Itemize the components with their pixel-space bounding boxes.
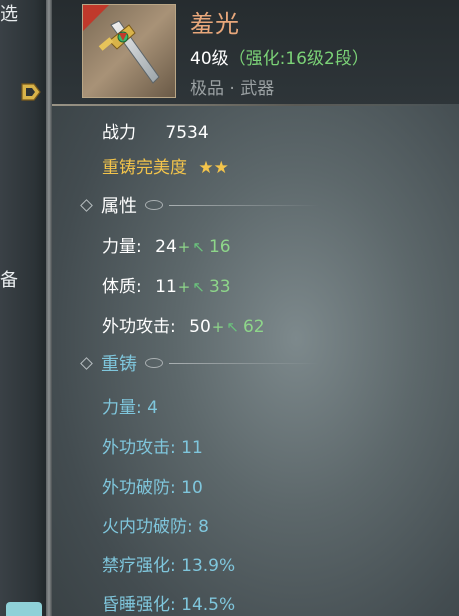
- section-rule: [169, 204, 319, 206]
- tooltip-header: 羞光 40级（强化:16级2段） 极品 · 武器: [52, 0, 459, 104]
- power-row: 战力 7534: [102, 118, 209, 143]
- attribute-row: 外功攻击: 50+ ↖ 62: [102, 312, 265, 337]
- item-icon-frame[interactable]: [82, 4, 176, 98]
- reforge-quality-label: 重铸完美度: [102, 158, 187, 178]
- reforge-row: 火内功破防: 8: [102, 517, 209, 537]
- eye-icon: [145, 358, 163, 368]
- level-text: 40级: [190, 49, 229, 69]
- reforge-row: 昏睡强化: 14.5%: [102, 595, 236, 615]
- reforge-row: 外功破防: 10: [102, 478, 203, 498]
- attribute-base: 11: [155, 277, 177, 297]
- attribute-label: 外功攻击:: [102, 317, 176, 337]
- attribute-base: 50: [189, 317, 211, 337]
- reforge-quality-row: 重铸完美度 ★★: [102, 153, 229, 178]
- attribute-bonus: 62: [242, 317, 265, 337]
- quality-corner-badge: [83, 5, 109, 31]
- power-value: 7534: [165, 123, 209, 143]
- power-label: 战力: [102, 123, 136, 143]
- reforge-section-header: 重铸: [80, 350, 319, 376]
- attribute-row: 力量: 24+ ↖ 16: [102, 232, 231, 257]
- section-rule: [169, 362, 319, 364]
- upgrade-arrow-icon: ↖: [226, 318, 239, 336]
- item-name: 羞光: [190, 10, 240, 38]
- plus-sign: +: [211, 318, 225, 336]
- attribute-bonus: 33: [208, 277, 231, 297]
- upgrade-arrow-icon: ↖: [192, 278, 205, 296]
- plus-sign: +: [177, 278, 191, 296]
- reforge-row: 禁疗强化: 13.9%: [102, 556, 236, 576]
- attribute-bonus: 16: [208, 237, 231, 257]
- diamond-icon: [80, 198, 93, 212]
- attribute-row: 体质: 11+ ↖ 33: [102, 272, 231, 297]
- header-divider: [52, 104, 459, 106]
- attributes-title: 属性: [101, 196, 137, 217]
- attributes-section-header: 属性: [80, 192, 319, 218]
- enhance-text: （强化:16级2段）: [228, 49, 369, 69]
- reforge-title: 重铸: [101, 354, 137, 375]
- star-rating: ★★: [198, 158, 229, 178]
- eye-icon: [145, 200, 163, 210]
- attribute-label: 力量:: [102, 237, 142, 257]
- plus-sign: +: [177, 238, 191, 256]
- attribute-label: 体质:: [102, 277, 142, 297]
- diamond-icon: [80, 356, 93, 370]
- item-level: 40级（强化:16级2段）: [190, 44, 369, 69]
- item-tooltip: 羞光 40级（强化:16级2段） 极品 · 武器 战力 7534 重铸完美度 ★…: [21, 0, 459, 616]
- item-grade: 极品 · 武器: [190, 79, 275, 99]
- reforge-row: 力量: 4: [102, 398, 158, 418]
- attribute-base: 24: [155, 237, 177, 257]
- upgrade-arrow-icon: ↖: [192, 238, 205, 256]
- side-tab[interactable]: [6, 602, 42, 616]
- side-label-top: 选: [0, 4, 18, 25]
- side-label-mid: 备: [0, 270, 18, 291]
- bind-icon[interactable]: [18, 80, 44, 102]
- reforge-row: 外功攻击: 11: [102, 438, 203, 458]
